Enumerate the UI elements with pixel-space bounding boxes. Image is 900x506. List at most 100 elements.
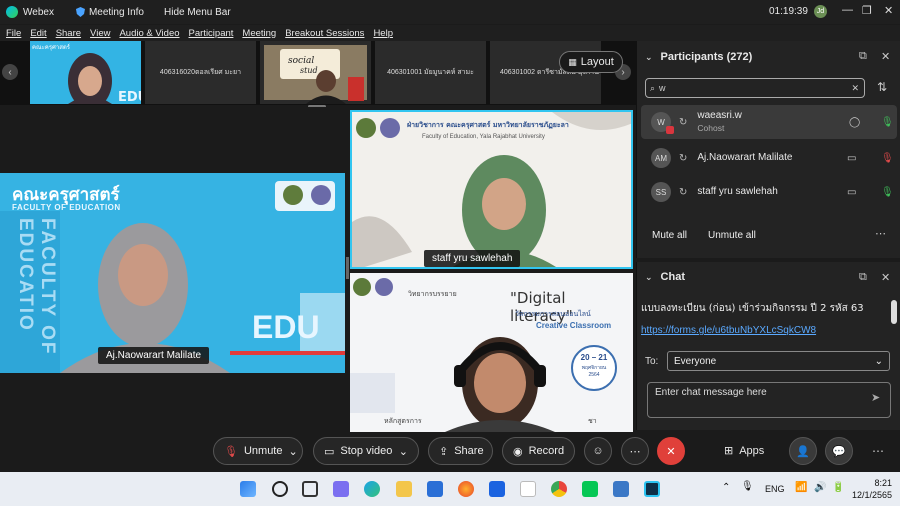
collapse-chevron-icon[interactable]: ⌄ [645,52,653,63]
chat-recipient-select[interactable]: Everyone ⌄ [667,351,890,371]
unmute-button[interactable]: 🎙 Unmute ⌄ [213,437,303,465]
thumb-1[interactable]: 406316020ตอลเรียศ มะยา [145,41,256,104]
menu-audio-video[interactable]: Audio & Video [119,28,179,39]
share-label: Share [454,445,484,457]
slide-banner-sub: วัตกรรมการสอนออนไลน์ [515,310,591,318]
slide-header-thai: ฝ่ายวิชาการ คณะครุศาสตร์ มหาวิทยาลัยราชภ… [407,121,569,129]
task-view-icon[interactable] [302,481,318,497]
language-indicator[interactable]: ENG [765,484,785,494]
chrome-icon[interactable] [551,481,567,497]
menu-help[interactable]: Help [373,28,393,39]
line-icon[interactable] [582,481,598,497]
chat-message-input[interactable]: Enter chat message here [647,382,891,418]
battery-icon[interactable]: 🔋 [832,482,844,493]
record-button[interactable]: ◉ Record [502,437,575,465]
participants-toggle-icon[interactable]: 👤 [789,437,817,465]
clear-search-icon[interactable]: ✕ [851,83,859,94]
share-button[interactable]: ⇪ Share [428,437,493,465]
menu-view[interactable]: View [90,28,110,39]
slide-side-text: FACULTY OF EDUCATIO [15,218,58,356]
mute-all-button[interactable]: Mute all [652,230,687,241]
thumb-video-2[interactable]: social stud [260,41,371,104]
minimize-icon[interactable]: — [842,4,853,16]
amazon-icon[interactable] [520,481,536,497]
filmstrip: คณะครุศาสตร์ EDU 406316020ตอลเรียศ มะยา … [0,41,636,105]
dropbox-icon[interactable] [489,481,505,497]
reactions-icon[interactable]: ☺ [584,437,612,465]
participants-panel: ⌄ Participants (272) ⧉ ✕ ⌕ w ✕ ⇅ W ↻ wae… [636,41,900,258]
start-icon[interactable] [240,481,256,497]
more-options-icon[interactable]: ⋯ [875,227,886,240]
menu-edit[interactable]: Edit [30,28,46,39]
menu-participant[interactable]: Participant [189,28,234,39]
mic-muted-icon[interactable]: 🎙 [881,153,894,164]
search-icon[interactable] [272,481,288,497]
slide-bottom-text: หลักสูตรการ [384,417,422,425]
popout-icon[interactable]: ⧉ [859,50,867,63]
chat-scrollbar[interactable] [891,300,897,324]
volume-icon[interactable]: 🔊 [814,482,826,493]
video-tile-right-bottom[interactable]: วิทยากรบรรยาย "Digital literacy" วัตกรรม… [350,273,633,432]
user-avatar[interactable]: Jd [814,5,827,18]
wifi-icon[interactable]: 📶 [795,482,807,493]
thumb-video-1[interactable]: คณะครุศาสตร์ EDU [30,41,141,104]
video-icon[interactable]: ▭ [847,153,856,164]
title-bar: Webex Meeting Info Hide Menu Bar [0,0,900,24]
teams-chat-icon[interactable] [333,481,349,497]
popout-icon[interactable]: ⧉ [859,271,867,284]
participant-role: Cohost [697,123,725,133]
layout-button[interactable]: ▦ Layout [559,51,623,73]
mic-on-icon[interactable]: 🎙 [881,187,894,198]
photos-icon[interactable] [613,481,629,497]
send-icon[interactable]: ➤ [871,391,880,404]
taskbar-clock[interactable]: 8:21 12/1/2565 [848,477,892,501]
mic-on-icon[interactable]: 🎙 [881,117,894,128]
file-explorer-icon[interactable] [396,481,412,497]
collapse-chevron-icon[interactable]: ⌄ [645,272,653,283]
participant-row[interactable]: W ↻ waeasri.w Cohost ◯ 🎙 [641,105,897,139]
end-meeting-icon[interactable]: ✕ [657,437,685,465]
menu-meeting[interactable]: Meeting [242,28,276,39]
stage-resize-handle[interactable] [346,257,349,279]
thumb-2[interactable]: 406301001 มัยมูนาคห์ สามะ [375,41,486,104]
webex-taskbar-icon[interactable] [644,481,660,497]
video-tile-main[interactable]: คณะครุศาสตร์ FACULTY OF EDUCATION FACULT… [0,173,345,373]
windows-taskbar: ⌃ 🎙 ENG 📶 🔊 🔋 8:21 12/1/2565 [0,472,900,506]
close-panel-icon[interactable]: ✕ [881,271,890,284]
menu-share[interactable]: Share [56,28,81,39]
more-panels-icon[interactable]: ⋯ [872,444,884,458]
mail-icon[interactable] [427,481,443,497]
hide-menu-bar-button[interactable]: Hide Menu Bar [164,7,231,18]
chat-link[interactable]: https://forms.gle/u6tbuNbYXLcSqkCW8 [641,325,816,336]
menu-file[interactable]: File [6,28,21,39]
avatar: SS [651,182,671,202]
stop-video-button[interactable]: ▭ Stop video ⌄ [313,437,419,465]
close-window-icon[interactable]: ✕ [884,4,893,17]
unmute-all-button[interactable]: Unmute all [708,230,756,241]
participant-name-tag: staff yru sawlehah [424,250,521,267]
tray-chevron-icon[interactable]: ⌃ [722,482,730,493]
chat-bubble-icon[interactable]: ◯ [849,117,860,128]
participant-search-input[interactable]: ⌕ w ✕ [645,78,865,98]
sort-icon[interactable]: ⇅ [877,80,887,94]
microphone-tray-icon[interactable]: 🎙 [741,481,754,492]
firefox-icon[interactable] [458,481,474,497]
participant-video-thumb: คณะครุศาสตร์ EDU [30,41,141,104]
participant-row[interactable]: AM ↻ Aj.Naowarart Malilate ▭ 🎙 [641,141,897,175]
apps-button[interactable]: ⊞ Apps [724,444,764,458]
filmstrip-prev-icon[interactable]: ‹ [2,64,18,80]
chat-toggle-icon[interactable]: 💬 [825,437,853,465]
meeting-info-button[interactable]: Meeting Info [75,7,144,18]
apps-icon: ⊞ [724,445,734,457]
menu-breakout[interactable]: Breakout Sessions [285,28,364,39]
video-tile-right-top[interactable]: ฝ่ายวิชาการ คณะครุศาสตร์ มหาวิทยาลัยราชภ… [350,110,633,269]
video-icon[interactable]: ▭ [847,187,856,198]
edge-icon[interactable] [364,481,380,497]
slide-year: 2564 [588,372,600,378]
participant-row[interactable]: SS ↻ staff yru sawlehah ▭ 🎙 [641,175,897,209]
restore-icon[interactable]: ❐ [862,4,872,17]
stop-video-label: Stop video [340,445,393,457]
close-panel-icon[interactable]: ✕ [881,50,890,63]
more-options-icon[interactable]: ⋯ [621,437,649,465]
participants-header: ⌄ Participants (272) ⧉ ✕ [637,41,900,73]
